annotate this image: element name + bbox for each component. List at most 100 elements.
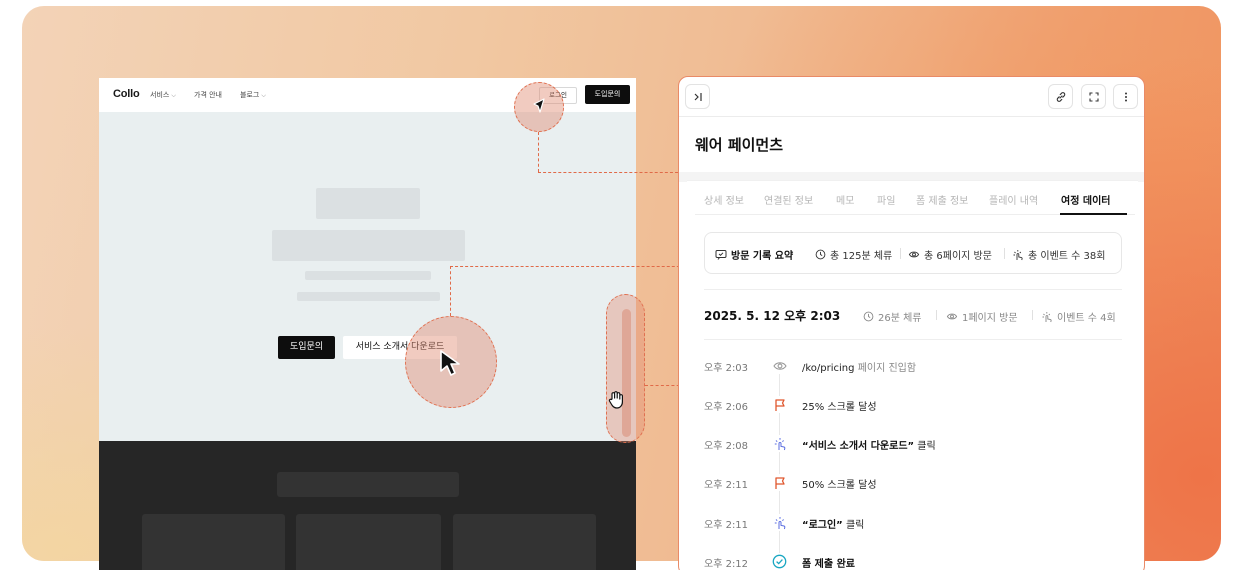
visit-pages-text: 1페이지 방문 xyxy=(962,313,1018,324)
panel-toolbar xyxy=(679,77,1144,117)
link-icon xyxy=(1056,91,1065,102)
tab-details[interactable]: 상세 정보 xyxy=(704,192,744,207)
collapse-panel-button[interactable] xyxy=(685,84,710,109)
nav-cta-button[interactable]: 도입문의 xyxy=(585,85,630,104)
event-main: 50% 스크롤 달성 xyxy=(802,480,877,491)
click-icon xyxy=(1013,249,1023,260)
event-main: 폼 제출 완료 xyxy=(802,559,855,570)
tab-connected[interactable]: 연결된 정보 xyxy=(764,192,813,207)
event-main: 25% 스크롤 달성 xyxy=(802,402,877,413)
connector-line xyxy=(538,132,539,172)
event-text: 50% 스크롤 달성 xyxy=(802,476,877,491)
hero-skeleton xyxy=(272,230,465,261)
hero-skeleton xyxy=(316,188,420,219)
timeline-event: 오후 2:11 50% 스크롤 달성 xyxy=(704,474,1124,492)
check-circle-icon xyxy=(771,553,788,570)
dark-card xyxy=(296,514,441,570)
chat-check-icon xyxy=(715,249,727,260)
section-divider xyxy=(704,289,1122,290)
tab-form-submissions[interactable]: 폼 제출 정보 xyxy=(916,192,968,207)
hero-skeleton xyxy=(305,271,431,280)
scrollbar-track xyxy=(622,309,631,437)
connector-line xyxy=(538,172,678,173)
hand-cursor-icon xyxy=(608,391,623,409)
eye-icon xyxy=(771,357,788,374)
chevron-down-icon: ⌵ xyxy=(171,92,176,99)
event-text: /ko/pricing 페이지 진입함 xyxy=(802,359,916,374)
summary-pages: 총 6페이지 방문 xyxy=(908,247,992,262)
hero-skeleton xyxy=(297,292,440,301)
chevron-down-icon: ⌵ xyxy=(261,92,266,99)
collapse-panel-icon xyxy=(694,92,702,101)
more-options-button[interactable] xyxy=(1113,84,1138,109)
dark-card xyxy=(142,514,285,570)
visit-duration: 26분 체류 xyxy=(863,309,922,324)
event-text: 폼 제출 완료 xyxy=(802,555,855,570)
nav-item-label: 서비스 xyxy=(150,91,170,99)
timeline-event: 오후 2:11 “로그인” 클릭 xyxy=(704,514,1124,532)
tab-bar: 상세 정보 연결된 정보 메모 파일 폼 제출 정보 플레이 내역 여정 데이터 xyxy=(695,181,1135,215)
flag-icon xyxy=(771,474,788,491)
website-preview: Collo 서비스 ⌵ 가격 안내 블로그 ⌵ 로그인 도입문의 도입문의 서비스 … xyxy=(99,78,636,570)
clock-icon xyxy=(863,311,874,322)
event-time: 오후 2:11 xyxy=(704,480,749,491)
expand-button[interactable] xyxy=(1081,84,1106,109)
panel-body: 상세 정보 연결된 정보 메모 파일 폼 제출 정보 플레이 내역 여정 데이터… xyxy=(687,180,1138,570)
event-time: 오후 2:11 xyxy=(704,520,749,531)
copy-link-button[interactable] xyxy=(1048,84,1073,109)
dark-skeleton xyxy=(277,472,459,497)
click-icon xyxy=(1042,311,1052,322)
summary-events-text: 총 이벤트 수 38회 xyxy=(1028,251,1106,262)
eye-icon xyxy=(946,313,958,320)
site-logo[interactable]: Collo xyxy=(113,88,140,100)
event-text: 25% 스크롤 달성 xyxy=(802,398,877,413)
timeline-event: 오후 2:03 /ko/pricing 페이지 진입함 xyxy=(704,357,1124,375)
clock-icon xyxy=(815,249,826,260)
click-icon xyxy=(771,435,788,452)
hero-cta-button[interactable]: 도입문의 xyxy=(278,336,335,359)
dark-section xyxy=(99,441,636,570)
panel-title: 웨어 페이먼츠 xyxy=(695,136,784,154)
visit-summary: 방문 기록 요약 총 125분 체류 총 6페이지 방문 총 이벤트 수 38회 xyxy=(704,232,1122,274)
tab-play-history[interactable]: 플레이 내역 xyxy=(989,192,1038,207)
visit-duration-text: 26분 체류 xyxy=(878,313,922,324)
tab-files[interactable]: 파일 xyxy=(877,192,895,207)
active-tab-indicator xyxy=(1060,213,1127,215)
summary-title-text: 방문 기록 요약 xyxy=(731,251,794,262)
event-suffix: 클릭 xyxy=(917,441,936,452)
arrow-cursor-icon xyxy=(440,350,460,376)
flag-icon xyxy=(771,396,788,413)
visit-events: 이벤트 수 4회 xyxy=(1041,309,1116,324)
scroll-highlight xyxy=(606,294,645,443)
event-text: “로그인” 클릭 xyxy=(802,516,864,531)
summary-duration: 총 125분 체류 xyxy=(815,247,892,262)
dark-card xyxy=(453,514,596,570)
event-suffix: 페이지 진입함 xyxy=(857,363,917,374)
connector-line xyxy=(450,266,451,316)
timeline-event: 오후 2:08 “서비스 소개서 다운로드” 클릭 xyxy=(704,435,1124,453)
event-suffix: 클릭 xyxy=(845,520,865,531)
summary-title: 방문 기록 요약 xyxy=(715,247,793,262)
visit-meta-divider xyxy=(936,310,937,320)
visit-events-text: 이벤트 수 4회 xyxy=(1057,313,1116,324)
tab-journey-data[interactable]: 여정 데이터 xyxy=(1061,192,1110,207)
nav-item-services[interactable]: 서비스 ⌵ xyxy=(150,90,176,100)
expand-icon xyxy=(1088,91,1099,102)
event-time: 오후 2:08 xyxy=(704,441,749,452)
nav-item-pricing[interactable]: 가격 안내 xyxy=(194,90,222,100)
event-main: “서비스 소개서 다운로드” xyxy=(802,441,915,452)
tab-memo[interactable]: 메모 xyxy=(836,192,854,207)
summary-pages-text: 총 6페이지 방문 xyxy=(924,251,992,262)
timeline-event: 오후 2:06 25% 스크롤 달성 xyxy=(704,396,1124,414)
click-icon xyxy=(771,514,788,531)
timeline-event: 오후 2:12 폼 제출 완료 xyxy=(704,553,1124,570)
summary-duration-text: 총 125분 체류 xyxy=(830,251,893,262)
nav-item-blog[interactable]: 블로그 ⌵ xyxy=(240,90,266,100)
visit-date: 2025. 5. 12 오후 2:03 xyxy=(704,309,841,323)
event-page-path: /ko/pricing xyxy=(802,363,855,374)
event-time: 오후 2:03 xyxy=(704,363,749,374)
event-main: “로그인” xyxy=(802,520,843,531)
summary-events: 총 이벤트 수 38회 xyxy=(1012,247,1105,262)
arrow-cursor-icon xyxy=(533,98,545,113)
summary-divider xyxy=(1004,248,1005,259)
